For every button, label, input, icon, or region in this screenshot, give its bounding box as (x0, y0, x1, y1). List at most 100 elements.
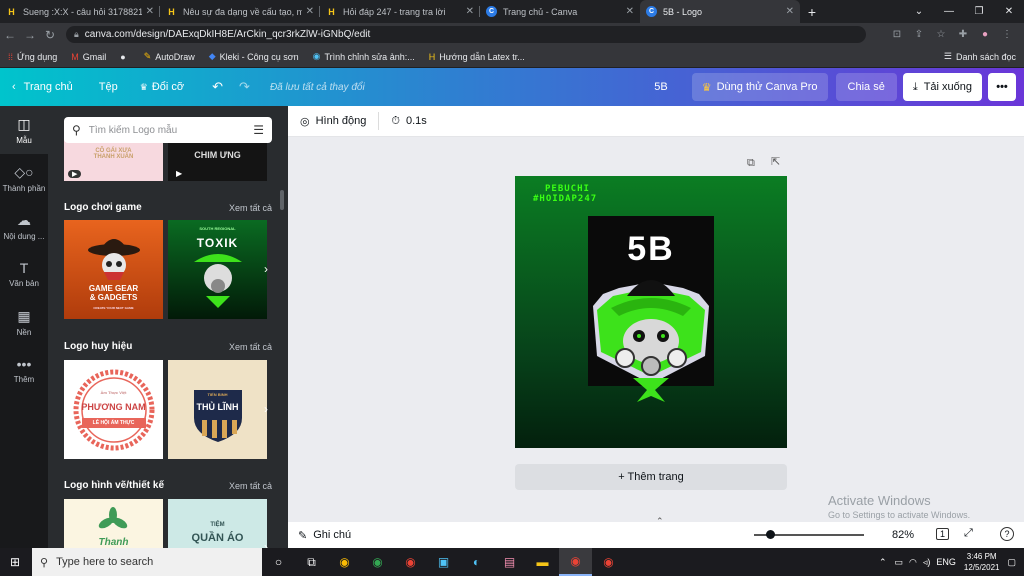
chevron-right-icon[interactable]: › (264, 540, 268, 548)
zoom-slider[interactable] (754, 530, 864, 539)
download-button[interactable]: ⤓ Tải xuống (902, 73, 982, 101)
edge-icon[interactable]: ◐ (460, 548, 493, 576)
chevron-right-icon[interactable]: › (264, 402, 268, 416)
forward-icon[interactable]: → (20, 28, 40, 42)
template-thumb[interactable]: TIẾN BINH THỦ LĨNH (168, 360, 267, 459)
notes-button[interactable]: ✎ Ghi chú (298, 529, 351, 542)
profile-avatar[interactable]: ● (974, 29, 996, 40)
reading-list-button[interactable]: ☰ Danh sách đọc (944, 51, 1016, 62)
template-thumb[interactable]: Ẩm Thực Việt PHƯƠNG NAM LỄ HỘI ẨM THỰC (64, 360, 163, 459)
tray-chevron-icon[interactable]: ⌃ (879, 557, 887, 568)
fullscreen-icon[interactable]: ⤢ (964, 527, 973, 540)
add-page-button[interactable]: + Thêm trang (515, 464, 787, 490)
chrome-active-icon[interactable]: ◉ (559, 548, 592, 576)
file-menu[interactable]: Tệp (99, 81, 118, 93)
windows-taskbar: ⊞ ⚲ Type here to search ○ ⧉ ◉ ◉ ◉ ▣ ◐ ▤ … (0, 548, 1024, 576)
more-options-button[interactable]: ••• (988, 73, 1016, 101)
browser-tab-active[interactable]: C 5B - Logo ✕ (640, 0, 800, 23)
reload-icon[interactable]: ↻ (40, 28, 60, 42)
chrome-icon[interactable]: ◉ (592, 548, 625, 576)
back-icon[interactable]: ← (0, 28, 20, 42)
close-tab-icon[interactable]: ✕ (786, 6, 794, 17)
network-icon[interactable]: ▭ (894, 557, 903, 568)
url-input[interactable]: 🔒︎ canva.com/design/DAExqDkIH8E/ArCkin_q… (66, 26, 866, 43)
close-tab-icon[interactable]: ✕ (626, 6, 634, 17)
see-all-link[interactable]: Xem tất cả (229, 481, 272, 491)
bookmark-autodraw[interactable]: ✎ AutoDraw (144, 51, 195, 62)
bookmark-photo-editor[interactable]: ◉ Trình chỉnh sửa ảnh:... (313, 51, 415, 62)
browser-tab[interactable]: H Hỏi đáp 247 - trang tra lời ✕ (320, 0, 480, 23)
chrome-icon[interactable]: ◉ (361, 548, 394, 576)
template-thumb[interactable]: Thanh (64, 499, 163, 548)
close-tab-icon[interactable]: ✕ (306, 6, 314, 17)
browser-menu-icon[interactable]: ⋮ (996, 29, 1018, 40)
template-thumb[interactable]: GAME GEAR & GADGETS CREATE YOUR NEXT GAM… (64, 220, 163, 319)
new-tab-button[interactable]: + (800, 0, 824, 23)
browser-tab[interactable]: C Trang chủ - Canva ✕ (480, 0, 640, 23)
language-indicator[interactable]: ENG (936, 557, 956, 567)
document-name[interactable]: 5B (654, 81, 667, 93)
undo-icon[interactable]: ↶ (212, 79, 223, 95)
duplicate-page-icon[interactable]: ⧉ (747, 157, 755, 170)
minimize-icon[interactable]: — (934, 0, 964, 23)
bookmark-latex[interactable]: H Hướng dẫn Latex tr... (429, 52, 525, 62)
notifications-icon[interactable]: ▢ (1007, 557, 1016, 568)
animate-button[interactable]: ◎ Hình động (300, 115, 366, 128)
rail-more[interactable]: ••• Thêm (0, 346, 48, 394)
template-search-input[interactable]: ⚲ Tìm kiếm Logo mẫu ☰ (64, 117, 272, 143)
browser-tab[interactable]: H Sueng :X:X - câu hỏi 3178821 - h ✕ (0, 0, 160, 23)
share-page-icon[interactable]: ⇪ (908, 29, 930, 40)
show-pages-chevron-icon[interactable]: ⌃ (656, 516, 664, 527)
close-window-icon[interactable]: ✕ (994, 0, 1024, 23)
cortana-icon[interactable]: ○ (262, 548, 295, 576)
clock[interactable]: 3:46 PM 12/5/2021 (964, 551, 1000, 573)
rail-text[interactable]: T Văn bản (0, 250, 48, 298)
panel-scrollbar[interactable] (280, 190, 284, 210)
rail-elements[interactable]: ◇○ Thành phần (0, 154, 48, 202)
install-app-icon[interactable]: ⊡ (886, 29, 908, 40)
bookmark-gmail[interactable]: M Gmail (71, 52, 106, 62)
template-thumb[interactable]: SOUTH REGIONAL TOXIK (168, 220, 267, 319)
zoom-slider-handle[interactable] (766, 530, 775, 539)
close-tab-icon[interactable]: ✕ (146, 6, 154, 17)
tab-search-icon[interactable]: ⌄ (904, 0, 934, 23)
bookmark-apps[interactable]: ⁞⁞ Ứng dụng (8, 52, 57, 62)
rail-uploads[interactable]: ☁ Nội dung ... (0, 202, 48, 250)
extensions-icon[interactable]: ✚ (952, 29, 974, 40)
store-icon[interactable]: ▣ (427, 548, 460, 576)
page-count-button[interactable]: 1 (936, 528, 950, 540)
wifi-icon[interactable]: ◠ (909, 557, 917, 568)
close-tab-icon[interactable]: ✕ (466, 6, 474, 17)
zoom-value[interactable]: 82% (892, 529, 914, 541)
resize-button[interactable]: ♛ Đổi cỡ (140, 81, 184, 93)
volume-icon[interactable]: ◃) (923, 557, 931, 568)
share-button[interactable]: Chia sẻ (835, 73, 897, 101)
search-placeholder: Tìm kiếm Logo mẫu (88, 124, 178, 136)
filter-icon[interactable]: ☰ (253, 123, 264, 137)
chrome-icon[interactable]: ◉ (394, 548, 427, 576)
rail-templates[interactable]: ◫ Mẫu (0, 106, 48, 154)
app-icon[interactable]: ▤ (493, 548, 526, 576)
chrome-icon[interactable]: ◉ (328, 548, 361, 576)
home-button[interactable]: ‹ Trang chủ (12, 81, 73, 93)
bookmark-kleki[interactable]: ◆ Kleki - Công cụ sơn (209, 51, 299, 62)
help-button[interactable]: ? (1000, 527, 1014, 541)
see-all-link[interactable]: Xem tất cả (229, 203, 272, 213)
design-page[interactable]: PEBUCHI #HOIDAP247 5B (515, 176, 787, 448)
template-thumb[interactable]: TIỆM QUẦN ÁO (168, 499, 267, 548)
try-pro-button[interactable]: ♛ Dùng thử Canva Pro (691, 73, 828, 101)
task-view-icon[interactable]: ⧉ (295, 548, 328, 576)
bookmark-star-icon[interactable]: ☆ (930, 29, 952, 40)
redo-icon[interactable]: ↷ (239, 79, 250, 95)
browser-tab[interactable]: H Nêu sự đa dạng về cấu tạo, môi t ✕ (160, 0, 320, 23)
duration-button[interactable]: ⏱ 0.1s (391, 115, 426, 128)
maximize-icon[interactable]: ❐ (964, 0, 994, 23)
rail-background[interactable]: ▦ Nền (0, 298, 48, 346)
bookmark-globe[interactable]: ● (120, 52, 129, 62)
add-page-icon[interactable]: ⇱ (771, 155, 780, 168)
see-all-link[interactable]: Xem tất cả (229, 342, 272, 352)
windows-start-icon[interactable]: ⊞ (10, 555, 20, 569)
taskbar-search-input[interactable]: ⚲ Type here to search (32, 548, 262, 576)
chevron-right-icon[interactable]: › (264, 262, 268, 276)
file-explorer-icon[interactable]: ▬ (526, 548, 559, 576)
